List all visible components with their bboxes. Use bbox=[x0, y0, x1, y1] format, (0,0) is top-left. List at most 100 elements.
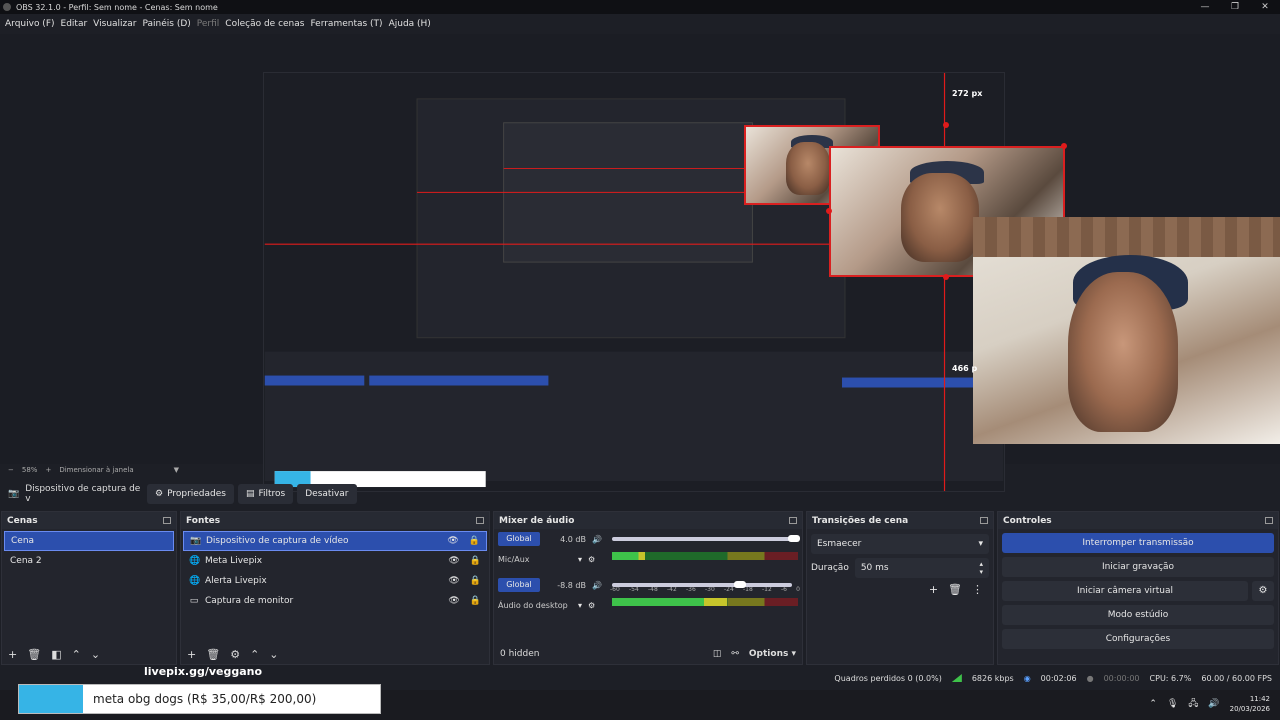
move-up-icon[interactable]: ⌃ bbox=[250, 648, 259, 661]
clock-time: 11:42 bbox=[1249, 695, 1270, 703]
dropped-frames: Quadros perdidos 0 (0.0%) bbox=[834, 673, 942, 683]
dimension-label-height: 272 px bbox=[952, 89, 983, 98]
undock-icon[interactable] bbox=[789, 517, 797, 524]
lock-icon[interactable]: 🔒 bbox=[469, 536, 480, 546]
source-label: Meta Livepix bbox=[205, 556, 263, 566]
visibility-eye-icon[interactable]: 👁 bbox=[447, 536, 458, 546]
chevron-down-icon[interactable]: ▼ bbox=[174, 466, 179, 474]
global-badge[interactable]: Global bbox=[498, 532, 540, 546]
menu-edit[interactable]: Editar bbox=[61, 19, 88, 29]
source-item[interactable]: 📷 Dispositivo de captura de vídeo 👁 🔒 bbox=[183, 531, 487, 551]
undock-icon[interactable] bbox=[476, 517, 484, 524]
menu-scene-collection[interactable]: Coleção de cenas bbox=[225, 19, 304, 29]
microphone-icon[interactable]: 🎙 bbox=[1167, 699, 1178, 709]
restore-button[interactable]: ❐ bbox=[1220, 0, 1250, 14]
move-up-icon[interactable]: ⌃ bbox=[72, 648, 81, 661]
scene-item[interactable]: Cena bbox=[4, 531, 174, 551]
menu-file[interactable]: Arquivo (F) bbox=[5, 19, 55, 29]
undock-icon[interactable] bbox=[980, 517, 988, 524]
layout-icon[interactable]: ◫ bbox=[713, 649, 722, 659]
duration-spinbox[interactable]: 50 ms ▴ ▾ bbox=[854, 558, 989, 578]
fps: 60.00 / 60.00 FPS bbox=[1201, 673, 1272, 683]
visibility-eye-icon[interactable]: 👁 bbox=[448, 556, 459, 566]
window-controls: — ❐ ✕ bbox=[1190, 0, 1280, 14]
source-item[interactable]: ▭ Captura de monitor 👁 🔒 bbox=[183, 591, 487, 611]
source-item[interactable]: 🌐 Meta Livepix 👁 🔒 bbox=[183, 551, 487, 571]
menu-profile[interactable]: Perfil bbox=[197, 19, 220, 29]
lock-icon[interactable]: 🔒 bbox=[470, 576, 481, 586]
add-icon[interactable]: + bbox=[8, 648, 17, 661]
speaker-icon[interactable]: 🔊 bbox=[592, 535, 602, 544]
settings-button[interactable]: Configurações bbox=[1002, 629, 1274, 649]
filters-button[interactable]: ▤ Filtros bbox=[237, 484, 294, 504]
filter-icon[interactable]: ◧ bbox=[51, 648, 61, 661]
transform-handle[interactable] bbox=[826, 208, 832, 214]
livepix-handle: livepix.gg/veggano bbox=[144, 665, 263, 678]
trash-icon[interactable]: 🗑 bbox=[206, 648, 220, 661]
visibility-eye-icon[interactable]: 👁 bbox=[448, 576, 459, 586]
title-bar: OBS 32.1.0 - Perfil: Sem nome - Cenas: S… bbox=[0, 0, 1280, 14]
undock-icon[interactable] bbox=[163, 517, 171, 524]
move-down-icon[interactable]: ⌄ bbox=[91, 648, 100, 661]
gear-icon[interactable]: ⚙ bbox=[1252, 581, 1274, 601]
zoom-in-button[interactable]: + bbox=[45, 466, 51, 474]
link-icon[interactable]: ⚯ bbox=[731, 649, 739, 659]
more-options-icon[interactable]: ⋮ bbox=[972, 583, 983, 596]
controls-title: Controles bbox=[1003, 515, 1052, 526]
transition-value: Esmaecer bbox=[817, 539, 862, 549]
source-item[interactable]: 🌐 Alerta Livepix 👁 🔒 bbox=[183, 571, 487, 591]
start-recording-button[interactable]: Iniciar gravação bbox=[1002, 557, 1274, 577]
webcam-preview-main[interactable] bbox=[973, 217, 1280, 444]
close-button[interactable]: ✕ bbox=[1250, 0, 1280, 14]
global-badge[interactable]: Global bbox=[498, 578, 540, 592]
volume-icon[interactable]: 🔊 bbox=[1208, 699, 1219, 709]
transform-handle[interactable] bbox=[943, 274, 949, 280]
goal-text: meta obg dogs (R$ 35,00/R$ 200,00) bbox=[93, 692, 317, 706]
volume-slider[interactable] bbox=[612, 581, 792, 588]
audio-settings-icon[interactable]: ⚙ bbox=[588, 555, 595, 564]
chevron-down-icon[interactable]: ▾ bbox=[578, 555, 582, 564]
clock-date: 20/03/2026 bbox=[1229, 705, 1270, 713]
spin-arrows-icon[interactable]: ▴ ▾ bbox=[979, 560, 983, 576]
start-virtual-camera-button[interactable]: Iniciar câmera virtual bbox=[1002, 581, 1248, 601]
lock-icon[interactable]: 🔒 bbox=[470, 596, 481, 606]
clock[interactable]: 11:42 20/03/2026 bbox=[1230, 694, 1270, 714]
transform-handle[interactable] bbox=[1061, 143, 1067, 149]
options-button[interactable]: Options ▾ bbox=[749, 649, 796, 659]
lock-icon[interactable]: 🔒 bbox=[470, 556, 481, 566]
network-icon[interactable]: 🖧 bbox=[1188, 696, 1198, 712]
undock-icon[interactable] bbox=[1265, 517, 1273, 524]
zoom-mode-select[interactable]: Dimensionar à janela bbox=[59, 466, 133, 474]
move-down-icon[interactable]: ⌄ bbox=[269, 648, 278, 661]
minimize-button[interactable]: — bbox=[1190, 0, 1220, 14]
transform-handle[interactable] bbox=[943, 122, 949, 128]
add-icon[interactable]: + bbox=[929, 583, 938, 596]
visibility-eye-icon[interactable]: 👁 bbox=[448, 596, 459, 606]
gear-icon[interactable]: ⚙ bbox=[230, 648, 240, 661]
filters-label: Filtros bbox=[258, 489, 286, 499]
chevron-down-icon[interactable]: ▾ bbox=[578, 601, 582, 610]
preview-canvas[interactable]: 272 px 466 p bbox=[0, 34, 1280, 492]
menu-docks[interactable]: Painéis (D) bbox=[142, 19, 190, 29]
transition-select[interactable]: Esmaecer ▾ bbox=[811, 534, 989, 554]
zoom-out-button[interactable]: − bbox=[8, 466, 14, 474]
trash-icon[interactable]: 🗑 bbox=[27, 648, 41, 661]
audio-settings-icon[interactable]: ⚙ bbox=[588, 601, 595, 610]
add-icon[interactable]: + bbox=[187, 648, 196, 661]
stream-time: 00:02:06 bbox=[1040, 673, 1077, 683]
volume-slider[interactable] bbox=[612, 535, 801, 542]
deactivate-button[interactable]: Desativar bbox=[297, 484, 357, 504]
volume-knob[interactable] bbox=[734, 581, 747, 588]
trash-icon[interactable]: 🗑 bbox=[948, 583, 962, 596]
chevron-up-icon[interactable]: ⌃ bbox=[1149, 699, 1157, 709]
menu-help[interactable]: Ajuda (H) bbox=[389, 19, 431, 29]
properties-button[interactable]: ⚙ Propriedades bbox=[147, 484, 234, 504]
stop-streaming-button[interactable]: Interromper transmissão bbox=[1002, 533, 1274, 553]
scene-item[interactable]: Cena 2 bbox=[4, 551, 174, 571]
speaker-icon[interactable]: 🔊 bbox=[592, 581, 602, 590]
menu-view[interactable]: Visualizar bbox=[93, 19, 136, 29]
monitor-icon: ▭ bbox=[189, 596, 199, 606]
menu-tools[interactable]: Ferramentas (T) bbox=[310, 19, 382, 29]
volume-knob[interactable] bbox=[788, 535, 801, 542]
studio-mode-button[interactable]: Modo estúdio bbox=[1002, 605, 1274, 625]
